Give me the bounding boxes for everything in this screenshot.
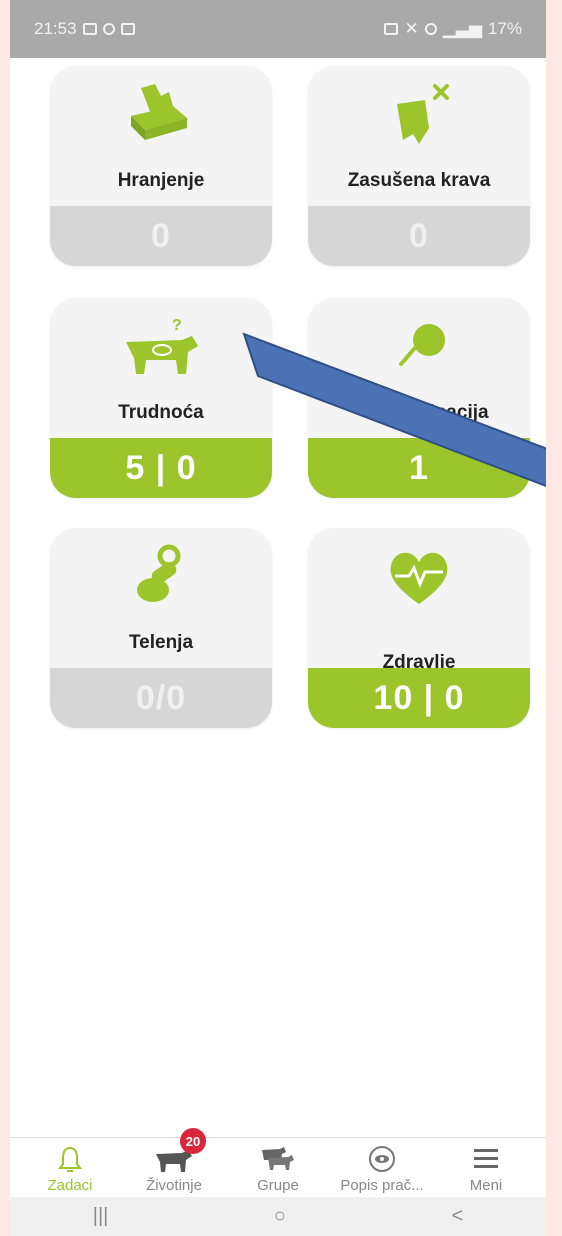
- nav-zadaci[interactable]: Zadaci: [20, 1138, 120, 1197]
- status-time: 21:53: [34, 19, 77, 38]
- app-screen: 21:53 ✕ ▁▃▅ 17% Hranjenje 0 Zasušena kra…: [10, 0, 546, 1236]
- status-right: ✕ ▁▃▅ 17%: [384, 19, 522, 39]
- status-left: 21:53: [34, 19, 135, 39]
- nav-label: Grupe: [257, 1177, 299, 1194]
- bottom-navigation: Zadaci 20 Životinje Grupe Popis prač...: [10, 1128, 546, 1197]
- eye-icon: [369, 1146, 395, 1172]
- tile-label: Hranjenje: [117, 170, 205, 191]
- pacifier-icon: [50, 542, 272, 612]
- status-bar: 21:53 ✕ ▁▃▅ 17%: [10, 0, 546, 58]
- heart-pulse-icon: [308, 542, 530, 612]
- nav-label: Životinje: [146, 1177, 202, 1194]
- tile-count: 10 | 0: [308, 668, 530, 728]
- nav-popis-prac[interactable]: Popis prač...: [332, 1138, 432, 1197]
- nav-label: Popis prač...: [340, 1177, 424, 1194]
- tile-count: 0: [308, 206, 530, 266]
- tile-zasusena-krava[interactable]: Zasušena krava 0: [308, 66, 530, 266]
- gallery-notification-icon: [82, 23, 97, 35]
- notification-badge: 20: [180, 1128, 206, 1154]
- nav-meni[interactable]: Meni: [436, 1138, 536, 1197]
- signal-icon: ▁▃▅: [442, 19, 482, 38]
- menu-icon: [474, 1149, 498, 1168]
- bell-icon: [58, 1146, 82, 1172]
- tile-telenja[interactable]: Telenja 0/0: [50, 528, 272, 728]
- battery-percent: 17%: [487, 19, 522, 38]
- home-button[interactable]: ○: [274, 1205, 286, 1228]
- svg-text:?: ?: [172, 317, 182, 334]
- nav-label: Zadaci: [47, 1177, 93, 1194]
- tile-label: Zasušena krava: [347, 170, 491, 191]
- system-navigation: ||| ○ <: [10, 1197, 546, 1236]
- tile-zdravlje[interactable]: Zdravlje 10 | 0: [308, 528, 530, 728]
- hotspot-icon: [424, 23, 437, 35]
- back-button[interactable]: <: [452, 1205, 464, 1228]
- nav-zivotinje[interactable]: 20 Životinje: [124, 1128, 224, 1197]
- notification-app-icon: [120, 23, 135, 35]
- tile-label: Telenja: [128, 632, 194, 653]
- alarm-icon: [384, 23, 399, 35]
- tile-hranjenje[interactable]: Hranjenje 0: [50, 66, 272, 266]
- feeding-icon: [50, 80, 272, 150]
- nav-label: Meni: [469, 1177, 503, 1194]
- notification-icon: [102, 23, 115, 35]
- dry-cow-icon: [308, 80, 530, 150]
- recents-button[interactable]: |||: [93, 1205, 109, 1228]
- annotation-arrow: [242, 332, 546, 487]
- herd-icon: [262, 1147, 294, 1170]
- tile-count: 0/0: [50, 668, 272, 728]
- mute-icon: ✕: [404, 19, 419, 38]
- tile-count: 0: [50, 206, 272, 266]
- nav-grupe[interactable]: Grupe: [228, 1138, 328, 1197]
